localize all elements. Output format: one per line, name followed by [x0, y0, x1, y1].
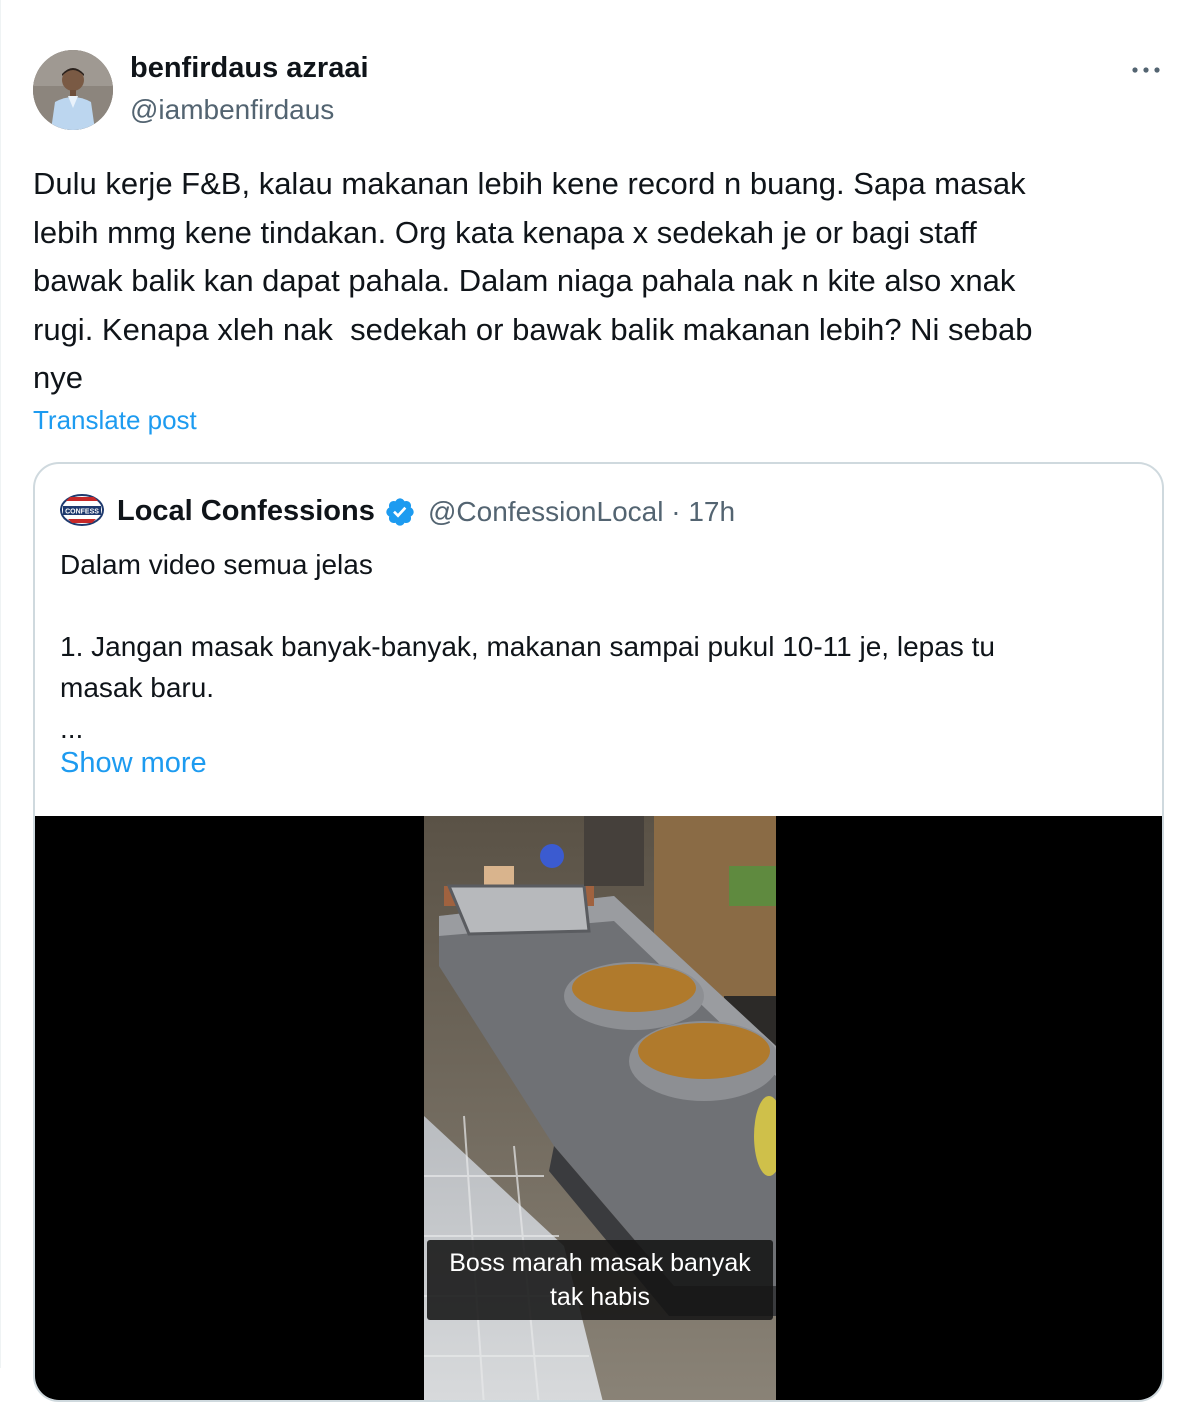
svg-text:CONFESS: CONFESS	[65, 509, 99, 516]
left-border	[0, 0, 1, 1368]
post-text: Dulu kerje F&B, kalau makanan lebih kene…	[33, 166, 1033, 395]
verified-badge-icon	[384, 496, 416, 528]
show-more-link[interactable]: Show more	[60, 747, 207, 780]
more-horizontal-icon	[1132, 67, 1160, 73]
media-container: Boss marah masak banyak tak habis	[35, 816, 1162, 1400]
author-avatar[interactable]	[33, 50, 113, 130]
more-options-button[interactable]	[1126, 50, 1166, 90]
video-caption: Boss marah masak banyak tak habis	[427, 1240, 773, 1320]
author-name[interactable]: benfirdaus azraai	[130, 52, 369, 85]
translate-post-link[interactable]: Translate post	[33, 405, 197, 436]
quoted-post-card[interactable]: CONFESS Local Confessions @ConfessionLoc…	[33, 462, 1164, 1402]
quoted-author-name[interactable]: Local Confessions	[117, 495, 375, 528]
quoted-handle-time: @ConfessionLocal · 17h	[428, 496, 736, 527]
local-confessions-logo: CONFESS	[60, 493, 104, 527]
author-handle[interactable]: @iambenfirdaus	[130, 94, 334, 126]
quoted-post-text: Dalam video semua jelas 1. Jangan masak …	[60, 549, 995, 744]
video-thumbnail[interactable]: Boss marah masak banyak tak habis	[424, 816, 776, 1400]
